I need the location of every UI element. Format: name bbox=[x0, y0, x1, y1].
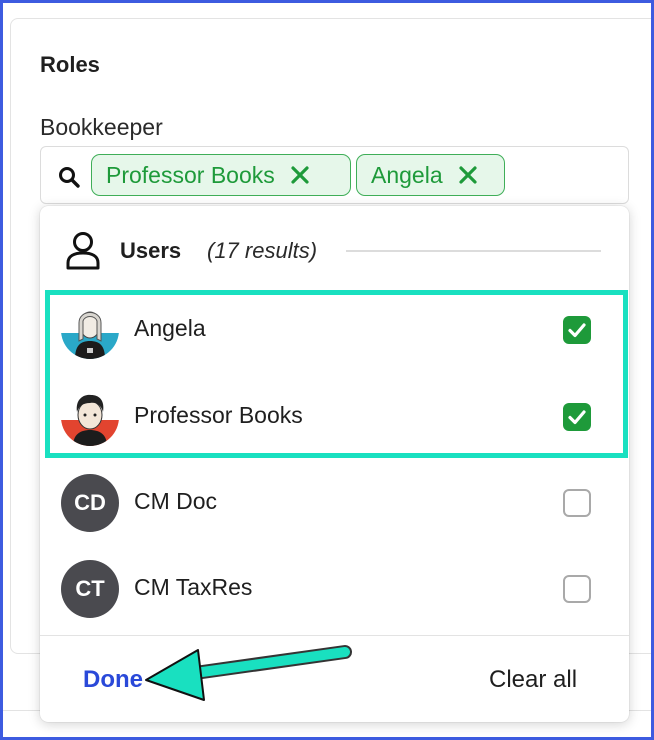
result-count: (17 results) bbox=[207, 238, 318, 263]
user-name: CM Doc bbox=[134, 488, 218, 514]
chip-angela: Angela bbox=[356, 154, 505, 196]
group-title: Users bbox=[120, 238, 182, 263]
close-icon[interactable] bbox=[289, 164, 311, 186]
list-item-cm-doc[interactable]: CD CM Doc bbox=[40, 460, 629, 546]
avatar bbox=[61, 301, 119, 359]
list-item-angela[interactable]: Angela bbox=[40, 287, 629, 373]
clear-all-button[interactable]: Clear all bbox=[489, 666, 577, 694]
done-button[interactable]: Done bbox=[83, 666, 143, 694]
list-item-professor-books[interactable]: Professor Books bbox=[40, 374, 629, 460]
checkbox-cm-doc[interactable] bbox=[563, 489, 591, 517]
arrow-annotation bbox=[145, 645, 352, 701]
bookkeeper-label: Bookkeeper bbox=[40, 114, 163, 140]
user-name: Angela bbox=[134, 315, 206, 341]
divider bbox=[346, 250, 601, 252]
user-name: Professor Books bbox=[134, 402, 303, 428]
section-title: Roles bbox=[40, 52, 100, 77]
user-icon bbox=[66, 232, 100, 270]
chip-label: Professor Books bbox=[106, 161, 275, 188]
checkmark-icon bbox=[568, 323, 586, 338]
bookkeeper-search-input[interactable]: Professor Books Angela bbox=[40, 146, 629, 204]
list-item-cm-taxres[interactable]: CT CM TaxRes bbox=[40, 546, 629, 632]
avatar bbox=[61, 388, 119, 446]
close-icon[interactable] bbox=[457, 164, 479, 186]
user-name: CM TaxRes bbox=[134, 574, 253, 600]
search-icon bbox=[59, 167, 80, 188]
divider bbox=[40, 635, 629, 636]
group-header: Users (17 results) bbox=[40, 206, 629, 294]
checkmark-icon bbox=[568, 410, 586, 425]
avatar: CD bbox=[61, 474, 119, 532]
checkbox-angela[interactable] bbox=[563, 316, 591, 344]
chip-label: Angela bbox=[371, 161, 443, 188]
chip-professor-books: Professor Books bbox=[91, 154, 351, 196]
checkbox-cm-taxres[interactable] bbox=[563, 575, 591, 603]
avatar: CT bbox=[61, 560, 119, 618]
checkbox-professor-books[interactable] bbox=[563, 403, 591, 431]
